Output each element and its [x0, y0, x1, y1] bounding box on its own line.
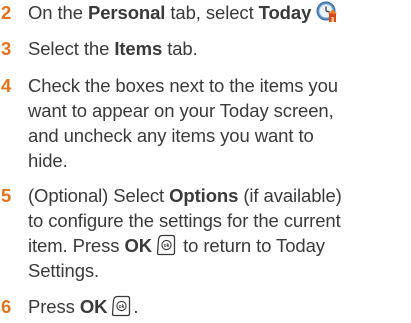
step-number: 6 — [1, 296, 12, 317]
menu-name-options: Options — [169, 185, 239, 206]
ok-button-key-icon: ok — [156, 234, 176, 256]
tab-name-items: Items — [114, 38, 163, 59]
app-name-today: Today — [258, 2, 312, 23]
step-number: 2 — [1, 2, 12, 23]
step-number: 5 — [1, 185, 12, 206]
key-name-ok: OK — [79, 296, 108, 317]
step-text: (Optional) Select Options (if available)… — [28, 185, 342, 281]
step-text: Check the boxes next to the items you wa… — [28, 75, 338, 171]
svg-text:ok: ok — [164, 243, 170, 249]
step-text: On the Personal tab, select Today — [28, 0, 411, 25]
key-name-ok: OK — [124, 235, 153, 256]
svg-text:ok: ok — [119, 304, 125, 310]
tab-name-personal: Personal — [87, 2, 166, 23]
step-number: 3 — [1, 38, 12, 59]
ok-button-key-icon: ok — [111, 295, 131, 317]
step-text: Press OK ok . — [28, 295, 139, 317]
step-text: Select the Items tab. — [28, 38, 198, 59]
today-clock-icon — [315, 0, 340, 25]
instruction-steps: 2 On the Personal tab, select Today 3 Se… — [0, 0, 411, 320]
step-number: 4 — [1, 75, 12, 96]
